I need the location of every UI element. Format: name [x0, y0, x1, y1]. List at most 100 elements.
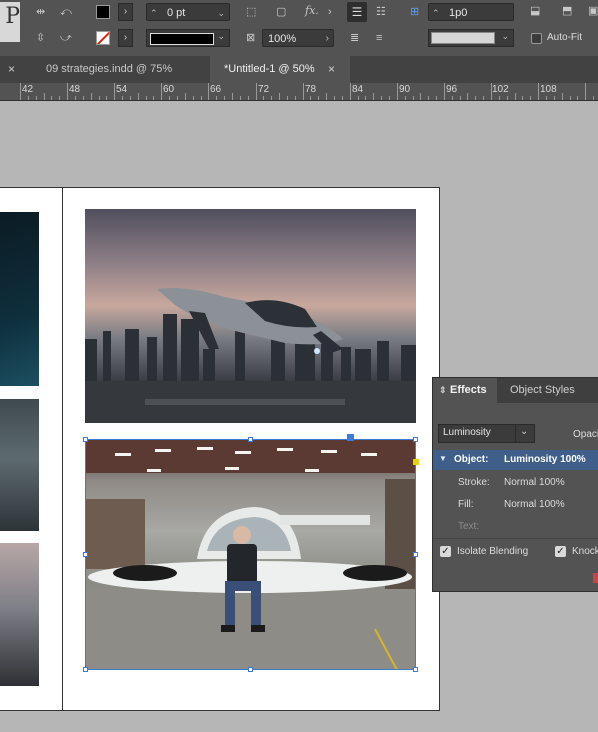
flying-car-city-image[interactable]	[85, 209, 416, 423]
ruler-tick	[585, 83, 586, 100]
chevron-right-icon[interactable]: ›	[326, 30, 329, 48]
tab-untitled-1[interactable]: *Untitled-1 @ 50% ×	[210, 56, 350, 83]
fitting-dropdown[interactable]: ⌄	[428, 29, 514, 47]
square-icon[interactable]: ▢	[276, 5, 286, 19]
flip-horizontal-icon[interactable]: ⇹	[36, 5, 45, 19]
chevron-down-icon: ⌄	[217, 31, 225, 41]
resize-handle[interactable]	[248, 437, 253, 442]
ruler-tick	[310, 96, 311, 100]
object-label: Object:	[454, 454, 489, 465]
align-left-button[interactable]: ☰	[347, 2, 367, 22]
clear-effects-icon[interactable]	[593, 573, 598, 583]
distribute-center-icon[interactable]: ≡	[376, 31, 382, 45]
ruler-label: 66	[210, 84, 222, 95]
scale-field[interactable]: 100% ›	[262, 29, 334, 47]
fx-icon[interactable]: fx.	[305, 4, 319, 18]
chevron-down-icon: ⌄	[501, 31, 509, 41]
ruler-label: 96	[446, 84, 458, 95]
horizontal-ruler[interactable]: 42 48 54 60 66 72 78 84 90 96 102 108	[0, 83, 598, 101]
panel-divider	[433, 538, 598, 539]
resize-handle[interactable]	[83, 667, 88, 672]
stepper-icon[interactable]: ⌃	[150, 4, 158, 22]
text-wrap-handle[interactable]	[413, 459, 419, 465]
ruler-tick	[232, 93, 233, 100]
object-value: Luminosity 100%	[504, 454, 586, 465]
ruler-tick	[28, 96, 29, 100]
triangle-down-icon[interactable]: ▼	[439, 454, 447, 463]
scale-icon[interactable]: ⊠	[246, 31, 255, 45]
rotate-90-icon[interactable]: ⤻	[60, 31, 72, 45]
selection-frame[interactable]	[85, 439, 416, 670]
tab-object-styles[interactable]: Object Styles	[497, 378, 597, 403]
stroke-type-dropdown[interactable]: ⌄	[146, 29, 230, 47]
left-image-middle[interactable]	[0, 399, 39, 531]
ruler-tick	[59, 96, 60, 100]
fill-arrow-button[interactable]: ›	[118, 3, 133, 21]
stepper-icon[interactable]: ⌃	[432, 4, 440, 22]
ruler-tick	[122, 96, 123, 100]
frame-select-icon[interactable]: ⬚	[246, 5, 256, 19]
left-image-bottom[interactable]	[0, 543, 39, 686]
offset-icon: ⊞	[410, 6, 420, 18]
auto-fit-label: Auto-Fit	[547, 32, 583, 43]
resize-handle[interactable]	[83, 552, 88, 557]
blend-mode-dropdown[interactable]: Luminosity ⌄	[438, 424, 535, 443]
auto-fit-checkbox[interactable]	[531, 33, 542, 44]
knockout-group-checkbox[interactable]: ✓	[555, 546, 566, 557]
ruler-tick	[201, 96, 202, 100]
ruler-tick	[224, 96, 225, 100]
offset-field[interactable]: ⌃ 1p0	[428, 3, 514, 21]
left-image-top[interactable]	[0, 212, 39, 386]
resize-handle[interactable]	[413, 437, 418, 442]
stroke-arrow-button[interactable]: ›	[118, 29, 133, 47]
stroke-weight-field[interactable]: ⌃ 0 pt ⌄	[146, 3, 230, 21]
ruler-label: 48	[69, 84, 81, 95]
ruler-tick	[185, 93, 186, 100]
object-row[interactable]: ▼ Object: Luminosity 100%	[433, 450, 598, 470]
left-page[interactable]	[0, 187, 64, 711]
tab-09-strategies[interactable]: 09 strategies.indd @ 75% ×	[36, 56, 221, 83]
ruler-tick	[405, 96, 406, 100]
fit-frame-icon[interactable]: ⬓	[530, 4, 540, 18]
fx-arrow-icon[interactable]: ›	[328, 5, 332, 19]
resize-handle[interactable]	[413, 552, 418, 557]
right-page[interactable]	[62, 187, 440, 711]
tab-effects[interactable]: ⇕ Effects	[433, 378, 497, 403]
ruler-tick	[342, 96, 343, 100]
close-icon[interactable]: ×	[8, 56, 15, 83]
chevron-down-icon: ⌄	[520, 426, 529, 437]
collapse-icon[interactable]: ⇕	[439, 378, 447, 403]
offset-value: 1p0	[449, 7, 468, 19]
ruler-label: 90	[399, 84, 411, 95]
ruler-tick	[491, 83, 492, 100]
resize-handle[interactable]	[248, 667, 253, 672]
control-panel: P ⇹ ⤺ ⇳ ⤻ › › ⌃ 0 pt ⌄ ⌄ ⬚ ▢ fx. › ⊠ 100…	[0, 0, 598, 57]
ruler-tick	[475, 96, 476, 100]
rotate-icon[interactable]: ⤺	[60, 5, 72, 19]
fill-frame-icon[interactable]: ▣	[588, 4, 598, 18]
resize-handle[interactable]	[83, 437, 88, 442]
ruler-tick	[420, 93, 421, 100]
isolate-blending-checkbox[interactable]: ✓	[440, 546, 451, 557]
content-grabber-handle[interactable]	[347, 434, 354, 441]
align-center-icon[interactable]: ☷	[376, 5, 386, 19]
stroke-weight-value: 0 pt	[167, 7, 186, 19]
fill-swatch[interactable]	[96, 5, 110, 19]
distribute-left-icon[interactable]: ≣	[350, 31, 359, 45]
ruler-label: 42	[22, 84, 34, 95]
flip-vertical-icon[interactable]: ⇳	[36, 31, 45, 45]
stroke-swatch[interactable]	[96, 31, 110, 45]
resize-handle[interactable]	[413, 667, 418, 672]
tab-label: Effects	[450, 384, 487, 396]
fit-content-icon[interactable]: ⬒	[562, 4, 572, 18]
close-icon[interactable]: ×	[328, 56, 335, 83]
ruler-label: 102	[492, 84, 509, 95]
knockout-group-label: Knock	[572, 546, 598, 557]
ruler-tick	[467, 93, 468, 100]
ruler-tick	[436, 96, 437, 100]
fill-label: Fill:	[458, 499, 474, 510]
ruler-tick	[334, 96, 335, 100]
chevron-down-icon[interactable]: ⌄	[217, 4, 225, 22]
ruler-tick	[256, 83, 257, 100]
ruler-tick	[248, 96, 249, 100]
